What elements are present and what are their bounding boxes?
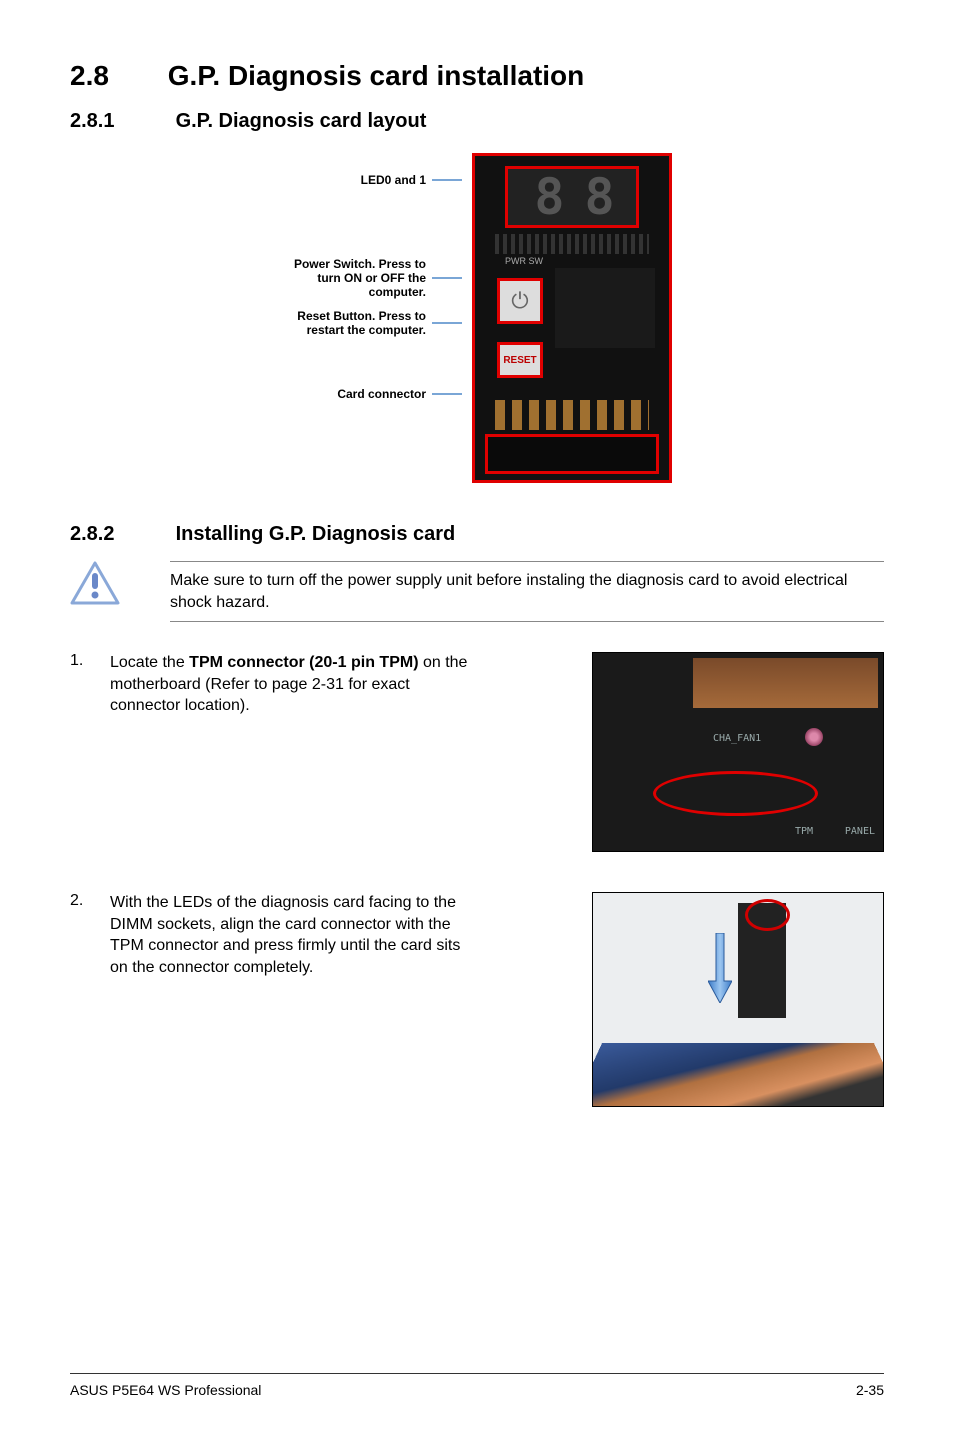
subsection-282-title: 2.8.2 Installing G.P. Diagnosis card: [70, 523, 884, 546]
pointer-line-icon: [432, 322, 462, 324]
capacitor-icon: [805, 728, 823, 746]
tpm-highlight-circle-icon: [653, 771, 818, 816]
step-1-text: Locate the TPM connector (20-1 pin TPM) …: [110, 652, 470, 717]
step-2-image: [592, 892, 884, 1107]
reset-label: RESET: [503, 355, 536, 366]
heatsink-icon: [693, 658, 878, 708]
caution-icon: [70, 561, 120, 605]
connector-area: [485, 434, 659, 474]
pointer-line-icon: [432, 393, 462, 395]
pointer-line-icon: [432, 179, 462, 181]
card-layout-diagram: LED0 and 1 Power Switch. Press to turn O…: [70, 153, 884, 483]
motherboard-angled-icon: [592, 1043, 884, 1106]
power-button-icon: ⏻: [497, 278, 543, 324]
subsection-281-number: 2.8.1: [70, 110, 170, 133]
step-1-number: 1.: [70, 652, 90, 670]
down-arrow-icon: [708, 933, 732, 1003]
section-title: 2.8 G.P. Diagnosis card installation: [70, 60, 884, 92]
led-display-area: 8 8: [505, 166, 639, 228]
label-led: LED0 and 1: [361, 173, 426, 187]
section-text: G.P. Diagnosis card installation: [168, 60, 585, 91]
seven-segment-icon: 8 8: [534, 168, 609, 226]
reset-button-icon: RESET: [497, 342, 543, 378]
label-power: Power Switch. Press to turn ON or OFF th…: [286, 257, 426, 299]
footer-page: 2-35: [856, 1382, 884, 1398]
cha-fan-silkscreen: CHA_FAN1: [713, 733, 761, 744]
pwr-sw-silkscreen: PWR SW: [505, 256, 543, 266]
connector-pins-icon: [495, 400, 649, 430]
step-1-image: CHA_FAN1 TPM PANEL: [592, 652, 884, 852]
page-footer: ASUS P5E64 WS Professional 2-35: [70, 1373, 884, 1398]
section-number: 2.8: [70, 60, 160, 92]
step-1-row: 1. Locate the TPM connector (20-1 pin TP…: [70, 652, 884, 852]
subsection-282-text: Installing G.P. Diagnosis card: [176, 523, 456, 545]
caution-block: Make sure to turn off the power supply u…: [70, 561, 884, 622]
card-label-column: LED0 and 1 Power Switch. Press to turn O…: [282, 153, 462, 401]
panel-silkscreen: PANEL: [845, 826, 875, 837]
step-2-row: 2. With the LEDs of the diagnosis card f…: [70, 892, 884, 1107]
subsection-282-number: 2.8.2: [70, 523, 170, 546]
label-connector: Card connector: [337, 387, 426, 401]
led-highlight-circle-icon: [745, 899, 790, 931]
subsection-281-title: 2.8.1 G.P. Diagnosis card layout: [70, 110, 884, 133]
footer-product: ASUS P5E64 WS Professional: [70, 1382, 261, 1398]
caution-text: Make sure to turn off the power supply u…: [170, 561, 884, 622]
step-1-prefix: Locate the: [110, 654, 189, 671]
label-reset: Reset Button. Press to restart the compu…: [286, 309, 426, 337]
step-2-text: With the LEDs of the diagnosis card faci…: [110, 892, 470, 978]
step-1-bold: TPM connector (20-1 pin TPM): [189, 654, 418, 671]
step-2-number: 2.: [70, 892, 90, 910]
pointer-line-icon: [432, 277, 462, 279]
tpm-silkscreen: TPM: [795, 826, 813, 837]
diagnosis-card-image: 8 8 PWR SW ⏻ RESET: [472, 153, 672, 483]
resistor-row-icon: [495, 234, 649, 254]
chip-icon: [555, 268, 655, 348]
subsection-281-text: G.P. Diagnosis card layout: [176, 110, 427, 132]
